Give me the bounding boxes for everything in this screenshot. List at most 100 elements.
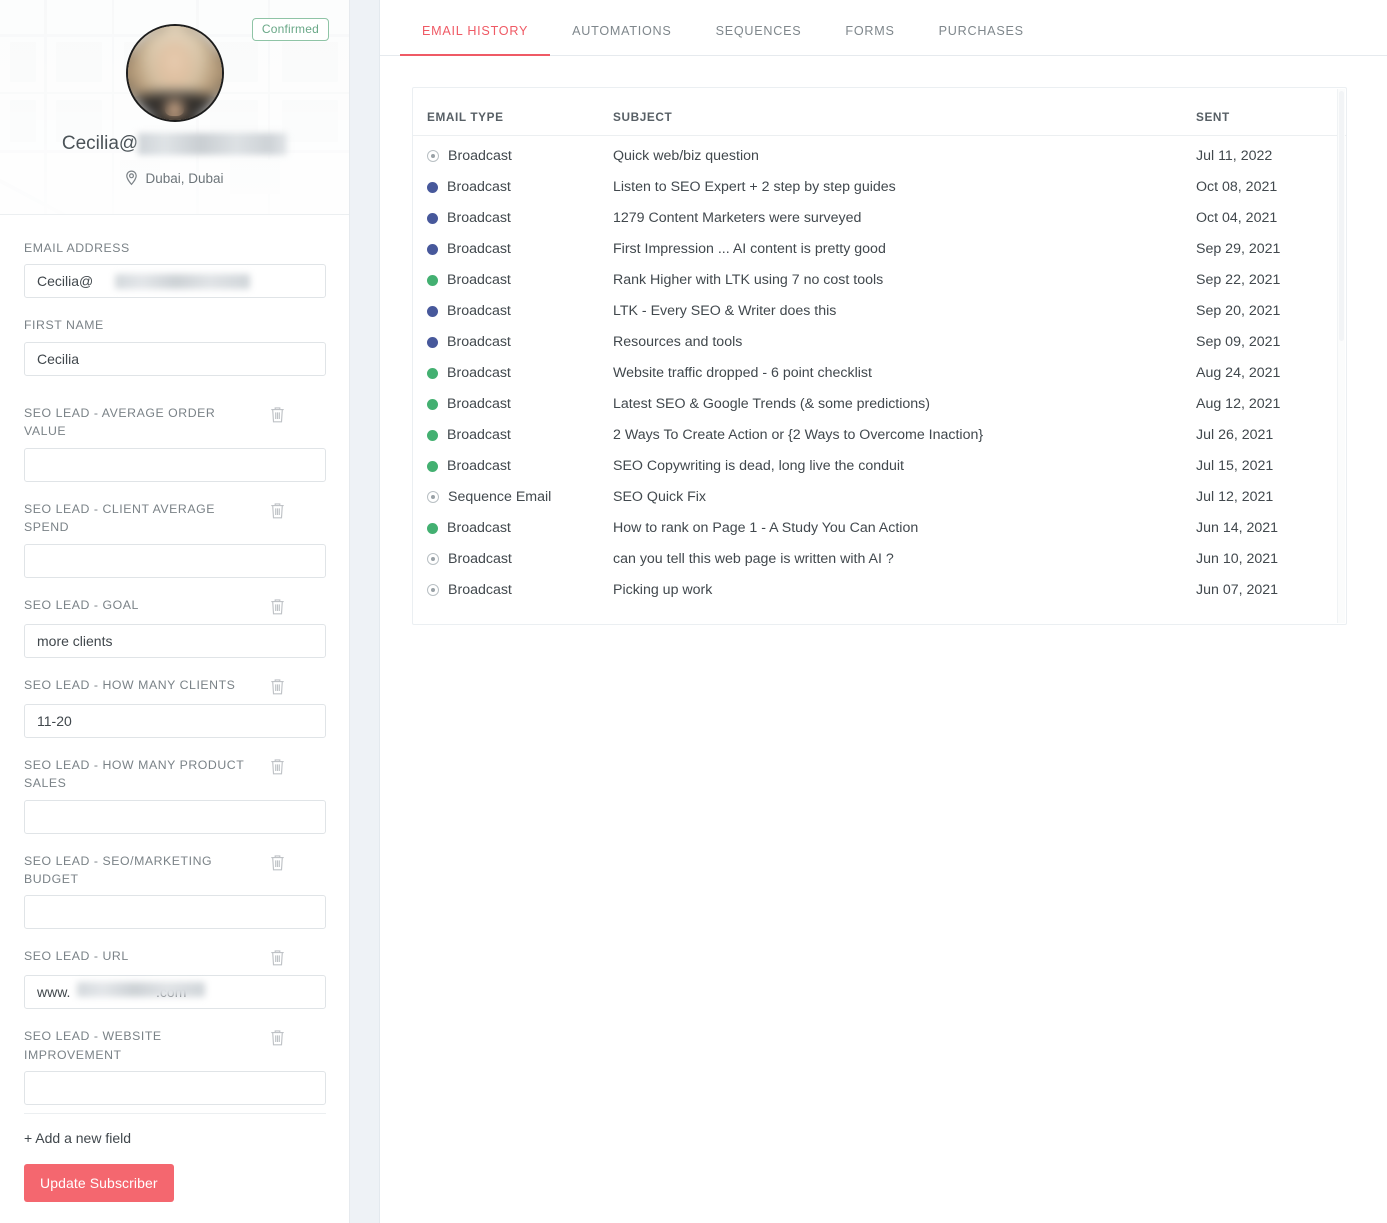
cell-subject: 1279 Content Marketers were surveyed — [613, 210, 862, 226]
status-blue-icon — [427, 181, 438, 193]
average-order-value-input[interactable] — [24, 447, 326, 482]
status-blue-icon — [427, 212, 438, 224]
email-history-table: EMAIL TYPE SUBJECT SENT Broadcast Quick w… — [413, 88, 1346, 606]
first-name-input[interactable] — [24, 341, 326, 376]
table-row[interactable]: Broadcast 1279 Content Marketers were sur… — [413, 203, 1346, 234]
status-green-icon — [427, 429, 438, 441]
cell-email-type: Broadcast — [413, 420, 613, 451]
column-header-email-type: EMAIL TYPE — [413, 88, 613, 136]
cell-subject: Website traffic dropped - 6 point checkl… — [613, 365, 872, 381]
field-seo-lead-how-many-product-sales: SEO LEAD - HOW MANY PRODUCT SALES — [24, 754, 326, 834]
cell-sent: Sep 22, 2021 — [1196, 272, 1281, 288]
table-row[interactable]: Broadcast Listen to SEO Expert + 2 step b… — [413, 172, 1346, 203]
email-type-label: Broadcast — [448, 582, 512, 598]
cell-email-type: Broadcast — [413, 513, 613, 544]
email-type-label: Broadcast — [448, 551, 512, 567]
add-new-field-link[interactable]: + Add a new field — [24, 1114, 131, 1146]
email-address-input[interactable] — [24, 264, 326, 299]
table-row[interactable]: Broadcast can you tell this web page is w… — [413, 544, 1346, 575]
cell-subject: 2 Ways To Create Action or {2 Ways to Ov… — [613, 427, 984, 443]
table-row[interactable]: Broadcast How to rank on Page 1 - A Study… — [413, 513, 1346, 544]
trash-icon[interactable] — [269, 1028, 287, 1048]
profile-email-domain-redacted: ceciliaclason.com — [138, 133, 288, 155]
cell-sent: Jun 10, 2021 — [1196, 551, 1279, 567]
profile-location: Dubai, Dubai — [0, 170, 349, 186]
update-subscriber-button[interactable]: Update Subscriber — [24, 1164, 174, 1203]
tab-automations[interactable]: AUTOMATIONS — [550, 25, 693, 55]
goal-input[interactable] — [24, 623, 326, 658]
cell-email-type: Broadcast — [413, 327, 613, 358]
how-many-product-sales-input[interactable] — [24, 799, 326, 834]
trash-icon[interactable] — [269, 405, 287, 425]
field-label: SEO LEAD - HOW MANY PRODUCT SALES — [24, 757, 245, 791]
cell-sent: Sep 20, 2021 — [1196, 303, 1281, 319]
profile-location-label: Dubai, Dubai — [145, 170, 224, 186]
cell-subject: Picking up work — [613, 582, 713, 598]
trash-icon[interactable] — [269, 948, 287, 968]
table-row[interactable]: Broadcast 2 Ways To Create Action or {2 W… — [413, 420, 1346, 451]
table-row[interactable]: Broadcast Website traffic dropped - 6 poi… — [413, 358, 1346, 389]
email-type-label: Sequence Email — [448, 489, 552, 505]
status-blue-icon — [427, 243, 438, 255]
cell-sent: Aug 24, 2021 — [1196, 365, 1281, 381]
client-average-spend-input[interactable] — [24, 543, 326, 578]
table-row[interactable]: Broadcast Picking up work Jun 07, 2021 — [413, 575, 1346, 606]
field-label: SEO LEAD - SEO/MARKETING BUDGET — [24, 853, 213, 886]
table-row[interactable]: Broadcast SEO Copywriting is dead, long l… — [413, 451, 1346, 482]
trash-icon[interactable] — [269, 677, 287, 697]
status-badge: Confirmed — [251, 18, 329, 41]
cell-email-type: Broadcast — [413, 389, 613, 420]
email-type-label: Broadcast — [447, 210, 511, 226]
field-label: SEO LEAD - URL — [24, 949, 129, 964]
profile-header: Confirmed Cecilia@ceciliaclason.com — [0, 0, 349, 215]
table-row[interactable]: Sequence Email SEO Quick Fix Jul 12, 2021 — [413, 482, 1346, 513]
cell-email-type: Broadcast — [413, 296, 613, 327]
status-blue-icon — [427, 336, 438, 348]
table-row[interactable]: Broadcast Latest SEO & Google Trends (& s… — [413, 389, 1346, 420]
url-input[interactable] — [24, 975, 326, 1010]
table-row[interactable]: Broadcast Resources and tools Sep 09, 2021 — [413, 327, 1346, 358]
cell-email-type: Broadcast — [413, 451, 613, 482]
tab-forms[interactable]: FORMS — [823, 25, 916, 55]
cell-sent: Sep 29, 2021 — [1196, 241, 1281, 257]
table-row[interactable]: Broadcast First Impression ... AI content… — [413, 234, 1346, 265]
panel-gutter — [350, 0, 380, 1223]
table-scrollbar[interactable] — [1337, 89, 1345, 623]
tab-email-history[interactable]: EMAIL HISTORY — [400, 25, 551, 56]
cell-subject: SEO Quick Fix — [613, 489, 707, 505]
field-label: EMAIL ADDRESS — [24, 241, 130, 255]
website-improvement-input[interactable] — [24, 1071, 326, 1106]
table-row[interactable]: Broadcast Quick web/biz question Jul 11, 2… — [413, 136, 1346, 172]
cell-email-type: Broadcast — [413, 203, 613, 234]
table-body: Broadcast Quick web/biz question Jul 11, 2… — [413, 136, 1346, 606]
tab-sequences[interactable]: SEQUENCES — [694, 25, 824, 55]
trash-icon[interactable] — [269, 501, 287, 521]
trash-icon[interactable] — [269, 597, 287, 617]
trash-icon[interactable] — [269, 757, 287, 777]
seo-marketing-budget-input[interactable] — [24, 895, 326, 930]
profile-email: Cecilia@ceciliaclason.com — [0, 133, 349, 155]
table-row[interactable]: Broadcast Rank Higher with LTK using 7 no… — [413, 265, 1346, 296]
field-seo-lead-client-average-spend: SEO LEAD - CLIENT AVERAGE SPEND — [24, 498, 326, 578]
email-type-label: Broadcast — [447, 427, 511, 443]
cell-email-type: Broadcast — [413, 172, 613, 203]
cell-email-type: Broadcast — [413, 234, 613, 265]
email-type-label: Broadcast — [447, 396, 511, 412]
table-scrollbar-thumb[interactable] — [1339, 91, 1344, 341]
status-ring-icon — [427, 553, 439, 565]
cell-subject: LTK - Every SEO & Writer does this — [613, 303, 837, 319]
column-header-sent: SENT — [1196, 88, 1346, 136]
how-many-clients-input[interactable] — [24, 703, 326, 738]
field-seo-lead-seo-marketing-budget: SEO LEAD - SEO/MARKETING BUDGET — [24, 850, 326, 930]
status-green-icon — [427, 522, 438, 534]
trash-icon[interactable] — [269, 853, 287, 873]
cell-sent: Oct 04, 2021 — [1196, 210, 1278, 226]
tab-purchases[interactable]: PURCHASES — [917, 25, 1046, 55]
main-panel: EMAIL HISTORY AUTOMATIONS SEQUENCES FORM… — [380, 0, 1387, 1223]
status-green-icon — [427, 367, 438, 379]
cell-email-type: Broadcast — [413, 265, 613, 296]
status-ring-icon — [427, 150, 439, 162]
table-row[interactable]: Broadcast LTK - Every SEO & Writer does t… — [413, 296, 1346, 327]
cell-subject: First Impression ... AI content is prett… — [613, 241, 886, 257]
cell-sent: Jul 15, 2021 — [1196, 458, 1274, 474]
